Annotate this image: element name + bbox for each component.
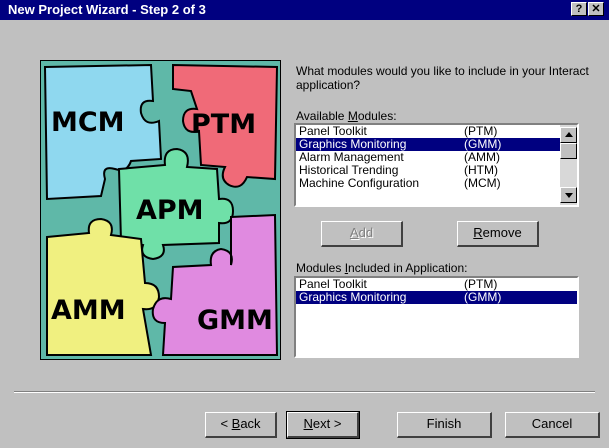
scroll-down-button[interactable] [560,187,577,203]
wizard-window: New Project Wizard - Step 2 of 3 ? ✕ MCM… [0,0,609,448]
close-button[interactable]: ✕ [588,2,604,16]
finish-button[interactable]: Finish [397,412,492,438]
add-button[interactable]: Add [321,221,403,247]
available-modules-label: Available Modules: [296,109,397,123]
prompt-text: What modules would you like to include i… [296,64,589,92]
included-modules-label: Modules Included in Application: [296,261,468,275]
puzzle-illustration: MCM PTM APM AMM GMM [40,60,281,360]
label-mcm: MCM [51,107,125,138]
arrow-up-icon [565,132,573,137]
label-ptm: PTM [191,109,256,140]
vertical-scrollbar[interactable] [560,125,577,205]
window-title: New Project Wizard - Step 2 of 3 [8,2,206,17]
scroll-thumb[interactable] [560,143,577,159]
help-button[interactable]: ? [571,2,587,16]
close-icon: ✕ [591,3,601,15]
label-amm: AMM [51,295,126,326]
list-item[interactable]: Machine Configuration (MCM) [296,177,577,190]
included-modules-list[interactable]: Panel Toolkit (PTM) Graphics Monitoring (G… [294,276,579,358]
back-button[interactable]: < Back [205,412,277,438]
puzzle-graphic: MCM PTM APM AMM GMM [41,61,280,359]
arrow-down-icon [565,193,573,198]
label-apm: APM [136,195,204,226]
available-modules-list[interactable]: Panel Toolkit (PTM) Graphics Monitoring (G… [294,123,579,207]
list-item[interactable]: Graphics Monitoring (GMM) [296,291,577,304]
label-gmm: GMM [197,305,273,336]
separator [14,391,595,393]
scroll-up-button[interactable] [560,127,577,143]
help-icon: ? [575,3,583,15]
title-bar[interactable]: New Project Wizard - Step 2 of 3 ? ✕ [0,0,609,20]
cancel-button[interactable]: Cancel [505,412,600,438]
next-button[interactable]: Next > [286,411,360,439]
remove-button[interactable]: Remove [457,221,539,247]
